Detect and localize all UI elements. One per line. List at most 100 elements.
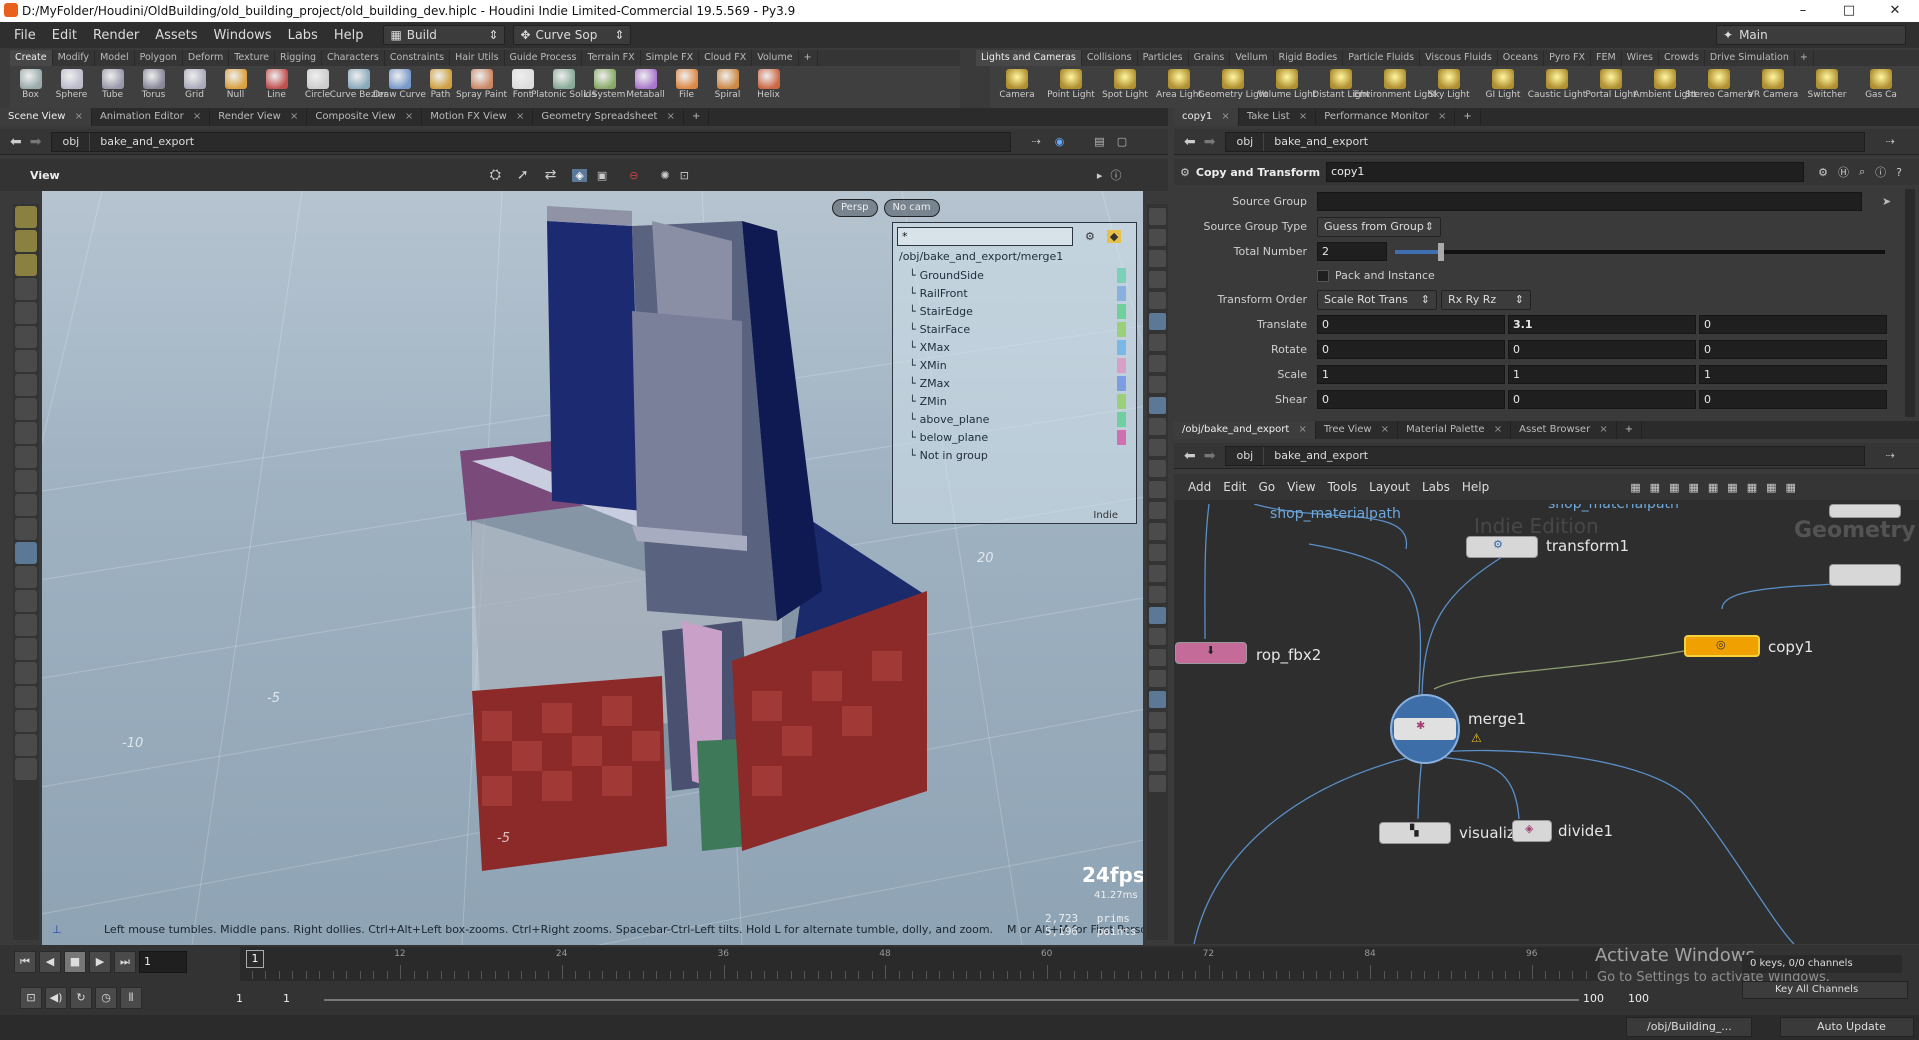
step-back-button[interactable]: ◀	[39, 951, 61, 973]
tab-close-icon[interactable]: ×	[1295, 424, 1306, 435]
divide1-node[interactable]: ◈	[1512, 820, 1552, 842]
minimize-button[interactable]: –	[1780, 0, 1826, 22]
display-option-icon[interactable]	[1149, 460, 1166, 477]
desktop-dropdown[interactable]: ▦ Build ⇕	[383, 25, 506, 45]
skip-start-button[interactable]: ⏮	[14, 951, 36, 973]
shelf-tab-characters[interactable]: Characters	[322, 50, 385, 66]
shelf-tab-modify[interactable]: Modify	[53, 50, 96, 66]
shelf-tool-caustic-light[interactable]: Caustic Light	[1528, 66, 1586, 108]
shelf-tool-font[interactable]: Font	[502, 66, 543, 108]
shelf-tab-deform[interactable]: Deform	[183, 50, 230, 66]
tab-motion-fx-view[interactable]: Motion FX View ×	[422, 108, 534, 126]
ghost-icon[interactable]: ▣	[597, 169, 607, 182]
pack-instance-checkbox[interactable]	[1317, 269, 1329, 282]
viewport-tool-icon[interactable]	[15, 662, 37, 684]
tab-close-icon[interactable]: ×	[663, 111, 675, 122]
shelf-tool-camera[interactable]: Camera	[990, 66, 1044, 108]
tab-close-icon[interactable]: ×	[513, 111, 524, 122]
display-option-icon[interactable]	[1149, 544, 1166, 561]
group-item-stairface[interactable]: └ StairFace	[909, 320, 1136, 338]
display-option-icon[interactable]	[1149, 733, 1166, 750]
rotate-z-field[interactable]: 0	[1699, 340, 1887, 359]
main-dropdown[interactable]: ✦ Main	[1716, 25, 1906, 45]
viewport-tool-icon[interactable]	[15, 566, 37, 588]
shelf-tab-vellum[interactable]: Vellum	[1230, 50, 1274, 66]
pin-icon[interactable]: ⇢	[1885, 449, 1894, 462]
path-root[interactable]: obj	[52, 132, 91, 151]
camera-icon[interactable]: ⛭	[490, 167, 501, 183]
shelf-tool-volume-light[interactable]: Volume Light	[1258, 66, 1316, 108]
display-option-icon[interactable]	[1149, 712, 1166, 729]
display-option-icon[interactable]	[1149, 418, 1166, 435]
tab-take-list[interactable]: Take List ×	[1239, 108, 1317, 126]
shelf-tool-sphere[interactable]: Sphere	[51, 66, 92, 108]
shelf-tool-gas-ca[interactable]: Gas Ca	[1854, 66, 1908, 108]
back-arrow-icon[interactable]: ⬅	[10, 134, 22, 150]
display-option-icon[interactable]	[1149, 691, 1166, 708]
tab-scene-view[interactable]: Scene View ×	[0, 108, 92, 126]
shelf-tool-torus[interactable]: Torus	[133, 66, 174, 108]
display-option-icon[interactable]	[1149, 271, 1166, 288]
viewport-tool-icon[interactable]	[15, 398, 37, 420]
arrow-select-icon[interactable]: ➤	[1882, 195, 1891, 208]
shelf-tab-particle-fluids[interactable]: Particle Fluids	[1343, 50, 1421, 66]
shelf-tool-vr-camera[interactable]: VR Camera	[1746, 66, 1800, 108]
shear-z-field[interactable]: 0	[1699, 390, 1887, 409]
tab-close-icon[interactable]: ×	[1435, 111, 1446, 122]
back-arrow-icon[interactable]: ⬅	[1184, 448, 1196, 464]
shelf-tab-guide-process[interactable]: Guide Process	[505, 50, 583, 66]
shelf-tool-distant-light[interactable]: Distant Light	[1312, 66, 1370, 108]
shelf-tool-area-light[interactable]: Area Light	[1152, 66, 1206, 108]
scale-y-field[interactable]: 1	[1508, 365, 1696, 384]
speaker-icon[interactable]: ◀)	[45, 987, 67, 1009]
rop-fbx2-label[interactable]: rop_fbx2	[1256, 646, 1321, 664]
loop-icon[interactable]: ↻	[70, 987, 92, 1009]
highlight-icon[interactable]: ◆	[1106, 230, 1122, 243]
viewport-tool-icon[interactable]	[15, 446, 37, 468]
help-h-icon[interactable]: Ⓗ	[1838, 164, 1849, 180]
display-option-icon[interactable]	[1149, 586, 1166, 603]
network-menu-layout[interactable]: Layout	[1363, 480, 1416, 494]
play-button[interactable]: ▶	[89, 951, 111, 973]
node-name-field[interactable]: copy1	[1326, 162, 1805, 182]
path-root[interactable]: obj	[1226, 446, 1265, 465]
range-slider[interactable]	[324, 999, 1579, 1001]
timeline-track[interactable]: 1 12 24 36 48 60 72 84 96	[240, 947, 1600, 981]
group-item-below-plane[interactable]: └ below_plane	[909, 428, 1136, 446]
viewport-tool-icon[interactable]	[15, 590, 37, 612]
merge1-node[interactable]: ✱	[1390, 694, 1460, 764]
display-option-icon[interactable]	[1149, 628, 1166, 645]
path-root[interactable]: obj	[1226, 132, 1265, 151]
shelf-tab-volume[interactable]: Volume	[752, 50, 799, 66]
range-start2-field[interactable]: 1	[283, 992, 290, 1005]
capture-icon[interactable]: ▦	[1786, 481, 1796, 494]
path-node[interactable]: bake_and_export	[1264, 133, 1378, 151]
tab-close-icon[interactable]: ×	[1218, 111, 1229, 122]
shelf-tab-oceans[interactable]: Oceans	[1498, 50, 1545, 66]
display-option-icon[interactable]	[1149, 313, 1166, 330]
group-item-groundside[interactable]: └ GroundSide	[909, 266, 1136, 284]
shelf-tab-collisions[interactable]: Collisions	[1082, 50, 1138, 66]
shelf-tool-path[interactable]: Path	[420, 66, 461, 108]
range-start-field[interactable]: 1	[236, 992, 243, 1005]
viewer-settings-icon[interactable]: ▸	[1097, 169, 1103, 182]
display-option-icon[interactable]	[1149, 607, 1166, 624]
color-icon[interactable]: ▦	[1727, 481, 1737, 494]
shelf-tool-curve-bezier[interactable]: Curve Bezier	[330, 66, 387, 108]
display-option-icon[interactable]	[1149, 397, 1166, 414]
shelf-tool-geometry-light[interactable]: Geometry Light	[1198, 66, 1268, 108]
capture-icon[interactable]: ⊡	[680, 169, 689, 182]
realtime-icon[interactable]: ◷	[95, 987, 117, 1009]
grid-icon[interactable]: ▦	[1630, 481, 1640, 494]
shelf-tab-polygon[interactable]: Polygon	[135, 50, 183, 66]
shelf-tab-wires[interactable]: Wires	[1622, 50, 1659, 66]
display-option-icon[interactable]	[1149, 292, 1166, 309]
snap-icon[interactable]: ⇄	[545, 167, 557, 183]
stop-button[interactable]: ■	[64, 951, 86, 973]
back-arrow-icon[interactable]: ⬅	[1184, 134, 1196, 150]
shelf-tool-spray-paint[interactable]: Spray Paint	[456, 66, 507, 108]
tab-material-palette[interactable]: Material Palette ×	[1398, 421, 1512, 439]
group-item-not-in-group[interactable]: └ Not in group	[909, 446, 1136, 464]
group-item-xmin[interactable]: └ XMin	[909, 356, 1136, 374]
shelf-tool-environment-light[interactable]: Environment Light	[1354, 66, 1436, 108]
